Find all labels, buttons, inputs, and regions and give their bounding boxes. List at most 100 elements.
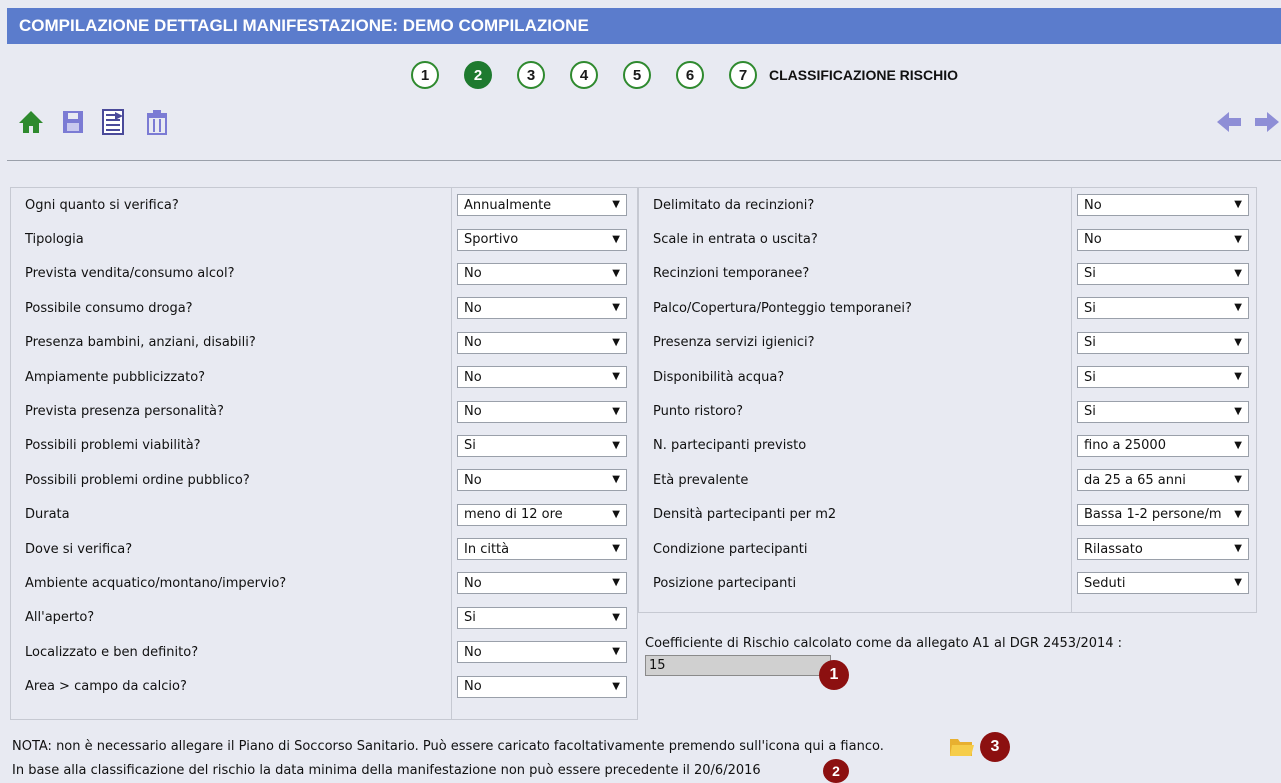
select-outdoor[interactable]: Si ▼	[457, 606, 627, 629]
record-nav	[1215, 108, 1281, 136]
select-age[interactable]: da 25 a 65 anni ▼	[1077, 469, 1249, 492]
select-food[interactable]: Si ▼	[1077, 400, 1249, 423]
dropdown-arrow-icon: ▼	[612, 267, 620, 279]
select-condition[interactable]: Rilassato ▼	[1077, 538, 1249, 561]
form-row: Età prevalente da 25 a 65 anni ▼	[639, 463, 1256, 497]
select-value: fino a 25000	[1084, 438, 1166, 454]
step-1[interactable]: 1	[411, 61, 439, 89]
select-area[interactable]: No ▼	[457, 675, 627, 698]
step-4[interactable]: 4	[570, 61, 598, 89]
select-value: Si	[1084, 404, 1096, 420]
dropdown-arrow-icon: ▼	[612, 543, 620, 555]
dropdown-arrow-icon: ▼	[1234, 577, 1242, 589]
field-label: Dove si verifica?	[25, 541, 133, 557]
select-type[interactable]: Sportivo ▼	[457, 228, 627, 251]
dropdown-arrow-icon: ▼	[1234, 405, 1242, 417]
dropdown-arrow-icon: ▼	[1234, 543, 1242, 555]
form-row: Durata meno di 12 ore ▼	[11, 498, 637, 532]
form-row: Presenza bambini, anziani, disabili? No ▼	[11, 326, 637, 360]
select-alcohol[interactable]: No ▼	[457, 262, 627, 285]
dropdown-arrow-icon: ▼	[1234, 508, 1242, 520]
select-participants[interactable]: fino a 25000 ▼	[1077, 434, 1249, 457]
select-value: Sportivo	[464, 232, 519, 248]
field-label: Palco/Copertura/Ponteggio temporanei?	[653, 300, 912, 316]
select-vulnerable[interactable]: No ▼	[457, 331, 627, 354]
arrow-right-icon[interactable]	[1253, 108, 1281, 136]
select-location[interactable]: In città ▼	[457, 538, 627, 561]
step-5[interactable]: 5	[623, 61, 651, 89]
divider	[7, 160, 1281, 161]
select-value: Annualmente	[464, 197, 552, 213]
select-value: Si	[464, 438, 476, 454]
select-drugs[interactable]: No ▼	[457, 297, 627, 320]
select-value: Si	[464, 610, 476, 626]
form-row: Prevista presenza personalità? No ▼	[11, 394, 637, 428]
toolbar	[17, 108, 171, 136]
note-upload: NOTA: non è necessario allegare il Piano…	[12, 739, 884, 754]
field-label: Possibili problemi ordine pubblico?	[25, 472, 250, 488]
form-row: Delimitato da recinzioni? No ▼	[639, 188, 1256, 222]
form-row: Tipologia Sportivo ▼	[11, 222, 637, 256]
select-value: No	[464, 335, 482, 351]
select-value: No	[464, 575, 482, 591]
form-row: Disponibilità acqua? Si ▼	[639, 360, 1256, 394]
dropdown-arrow-icon: ▼	[612, 680, 620, 692]
step-3[interactable]: 3	[517, 61, 545, 89]
form-row: Ogni quanto si verifica? Annualmente ▼	[11, 188, 637, 222]
select-environment[interactable]: No ▼	[457, 572, 627, 595]
dropdown-arrow-icon: ▼	[1234, 199, 1242, 211]
dropdown-arrow-icon: ▼	[612, 474, 620, 486]
select-stairs[interactable]: No ▼	[1077, 228, 1249, 251]
form-row: Area > campo da calcio? No ▼	[11, 669, 637, 703]
step-6[interactable]: 6	[676, 61, 704, 89]
select-value: No	[1084, 197, 1102, 213]
field-label: Delimitato da recinzioni?	[653, 197, 815, 213]
select-fenced[interactable]: No ▼	[1077, 194, 1249, 217]
step-2[interactable]: 2	[464, 61, 492, 89]
step-7[interactable]: 7	[729, 61, 757, 89]
export-icon[interactable]	[101, 108, 129, 136]
select-vip[interactable]: No ▼	[457, 400, 627, 423]
select-value: Si	[1084, 300, 1096, 316]
field-label: Possibili problemi viabilità?	[25, 438, 201, 454]
form-row: Palco/Copertura/Ponteggio temporanei? Si ▼	[639, 291, 1256, 325]
select-value: No	[464, 644, 482, 660]
select-value: Si	[1084, 335, 1096, 351]
form-row: Possibili problemi viabilità? Si ▼	[11, 429, 637, 463]
select-stage[interactable]: Si ▼	[1077, 297, 1249, 320]
note-date: In base alla classificazione del rischio…	[12, 763, 761, 778]
step-title: CLASSIFICAZIONE RISCHIO	[769, 67, 959, 83]
delete-icon[interactable]	[143, 108, 171, 136]
select-temp-fences[interactable]: Si ▼	[1077, 262, 1249, 285]
save-icon[interactable]	[59, 108, 87, 136]
select-advertised[interactable]: No ▼	[457, 366, 627, 389]
dropdown-arrow-icon: ▼	[612, 611, 620, 623]
select-localized[interactable]: No ▼	[457, 641, 627, 664]
select-duration[interactable]: meno di 12 ore ▼	[457, 503, 627, 526]
select-position[interactable]: Seduti ▼	[1077, 572, 1249, 595]
page-header: COMPILAZIONE DETTAGLI MANIFESTAZIONE: DE…	[7, 8, 1281, 44]
select-public-order[interactable]: No ▼	[457, 469, 627, 492]
select-density[interactable]: Bassa 1-2 persone/m ▼	[1077, 503, 1249, 526]
field-label: Posizione partecipanti	[653, 575, 797, 591]
select-value: No	[1084, 232, 1102, 248]
coefficient-field: 15	[645, 655, 831, 676]
select-traffic[interactable]: Si ▼	[457, 434, 627, 457]
field-label: Presenza bambini, anziani, disabili?	[25, 335, 256, 351]
select-water[interactable]: Si ▼	[1077, 366, 1249, 389]
home-icon[interactable]	[17, 108, 45, 136]
field-label: Durata	[25, 507, 70, 523]
dropdown-arrow-icon: ▼	[1234, 336, 1242, 348]
field-label: Presenza servizi igienici?	[653, 335, 815, 351]
select-value: No	[464, 472, 482, 488]
arrow-left-icon[interactable]	[1215, 108, 1243, 136]
dropdown-arrow-icon: ▼	[612, 405, 620, 417]
form-row: Recinzioni temporanee? Si ▼	[639, 257, 1256, 291]
folder-icon[interactable]	[948, 733, 976, 759]
field-label: All'aperto?	[25, 610, 95, 626]
select-toilets[interactable]: Si ▼	[1077, 331, 1249, 354]
select-frequency[interactable]: Annualmente ▼	[457, 194, 627, 217]
field-label: Ogni quanto si verifica?	[25, 197, 179, 213]
select-value: Si	[1084, 369, 1096, 385]
select-value: No	[464, 679, 482, 695]
